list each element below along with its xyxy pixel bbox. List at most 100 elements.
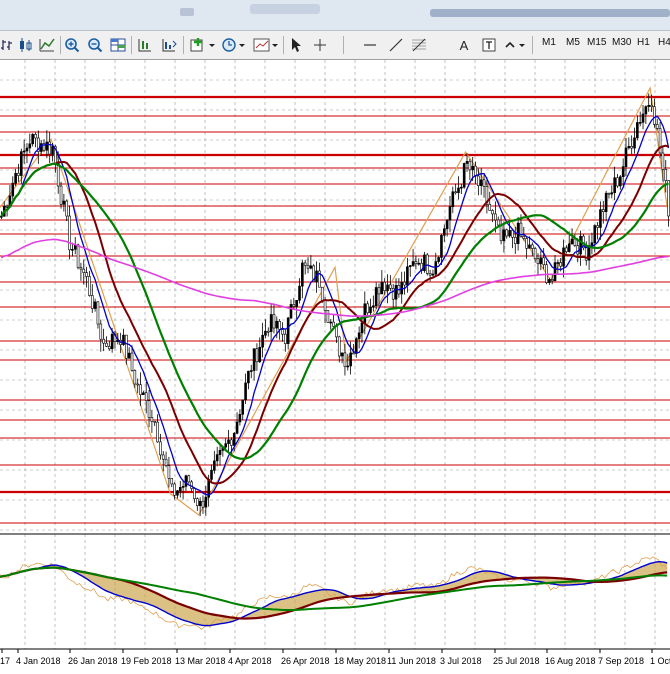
candle-body <box>159 441 162 456</box>
indicators-dropdown-button[interactable] <box>188 35 218 55</box>
candle-body <box>261 334 264 348</box>
candle-body <box>125 334 128 359</box>
timeframe-m1[interactable]: M1 <box>542 37 556 48</box>
candle-body <box>454 191 457 194</box>
candle-body <box>636 122 639 139</box>
time-label: 7 Sep 2018 <box>598 656 644 666</box>
candle-body <box>34 134 37 139</box>
candle-body <box>167 465 171 479</box>
candle-body <box>403 281 406 286</box>
candle-body <box>343 352 347 367</box>
timeframe-m15[interactable]: M15 <box>587 37 606 48</box>
candle-body <box>150 417 154 422</box>
timeframe-h4[interactable]: H4 <box>658 37 670 48</box>
time-label: 17 <box>0 656 10 666</box>
cursor-icon[interactable] <box>288 35 304 55</box>
arrows-dropdown-button[interactable] <box>503 35 529 55</box>
candle-body <box>627 146 631 149</box>
candle-body <box>136 383 139 386</box>
tile-windows-icon[interactable] <box>109 35 127 55</box>
zoom-in-icon[interactable] <box>63 35 81 55</box>
candle-body <box>565 247 568 252</box>
periods-dropdown-button[interactable] <box>220 35 248 55</box>
candle-body <box>633 137 636 149</box>
candle-body <box>372 305 375 308</box>
candle-body <box>11 182 15 197</box>
candle-body <box>440 235 443 258</box>
candle-body <box>264 330 267 336</box>
candle-body <box>298 285 301 301</box>
trendline-icon[interactable] <box>388 35 404 55</box>
candle-body <box>320 286 324 302</box>
candle-body <box>340 352 344 357</box>
auto-scroll-icon[interactable] <box>160 35 178 55</box>
time-label: 13 Mar 2018 <box>175 656 226 666</box>
candle-body <box>559 262 562 267</box>
candle-body <box>661 152 665 170</box>
candle-body <box>553 262 557 282</box>
candle-body <box>482 179 486 187</box>
templates-dropdown-button[interactable] <box>252 35 280 55</box>
candle-body <box>249 370 253 372</box>
candle-body <box>352 352 355 355</box>
candle-body <box>5 205 9 208</box>
candle-body <box>556 262 560 264</box>
candle-body <box>641 113 645 123</box>
horizontal-line-icon[interactable] <box>362 35 378 55</box>
candle-body <box>445 219 449 230</box>
candle-body <box>301 262 304 287</box>
candle-body <box>653 106 656 125</box>
candle-body <box>105 342 108 347</box>
candle-body <box>255 348 259 363</box>
app-icon <box>180 8 194 16</box>
candle-body <box>499 224 503 242</box>
candle-body <box>391 288 395 300</box>
candle-body <box>22 150 26 153</box>
candle-body <box>286 317 290 344</box>
candle-body <box>360 322 364 334</box>
zoom-out-icon[interactable] <box>86 35 104 55</box>
crosshair-icon[interactable] <box>312 35 328 55</box>
candle-body <box>110 333 114 350</box>
candle-body <box>62 200 66 205</box>
timeframe-h1[interactable]: H1 <box>637 37 650 48</box>
bar-chart-icon[interactable] <box>0 35 14 55</box>
candle-chart-icon[interactable] <box>16 35 34 55</box>
candle-body <box>59 185 63 205</box>
candle-body <box>96 301 100 325</box>
candle-body <box>284 333 287 344</box>
window-title <box>250 4 320 14</box>
candle-body <box>82 268 86 273</box>
candle-body <box>383 281 386 291</box>
text-label-icon[interactable] <box>480 35 498 55</box>
candle-body <box>573 238 577 246</box>
price-chart[interactable]: 17 4 Jan 2018 26 Jan 2018 19 Feb 2018 13 Mar… <box>0 60 670 674</box>
candle-body <box>491 210 494 215</box>
candle-body <box>443 228 446 236</box>
candle-body <box>238 414 242 423</box>
candle-body <box>25 147 29 152</box>
chart-shift-icon[interactable] <box>136 35 154 55</box>
time-label: 25 Jul 2018 <box>493 656 540 666</box>
fibonacci-icon[interactable] <box>410 35 428 55</box>
candle-body <box>548 279 551 283</box>
candle-body <box>215 454 219 462</box>
candle-body <box>178 487 182 491</box>
candle-body <box>323 300 327 311</box>
candle-body <box>366 303 369 314</box>
time-label: 26 Apr 2018 <box>281 656 330 666</box>
time-label: 11 Jun 2018 <box>387 656 436 666</box>
candle-body <box>292 304 296 307</box>
candle-body <box>613 177 616 194</box>
candle-body <box>655 124 659 129</box>
candle-body <box>48 141 51 155</box>
time-label: 3 Jul 2018 <box>440 656 482 666</box>
candle-body <box>479 179 483 186</box>
candle-body <box>45 141 49 151</box>
timeframe-m30[interactable]: M30 <box>612 37 631 48</box>
line-chart-icon[interactable] <box>38 35 56 55</box>
text-tool-button[interactable]: A <box>456 35 472 55</box>
candle-body <box>386 284 389 291</box>
timeframe-m5[interactable]: M5 <box>566 37 580 48</box>
candle-body <box>247 370 250 384</box>
